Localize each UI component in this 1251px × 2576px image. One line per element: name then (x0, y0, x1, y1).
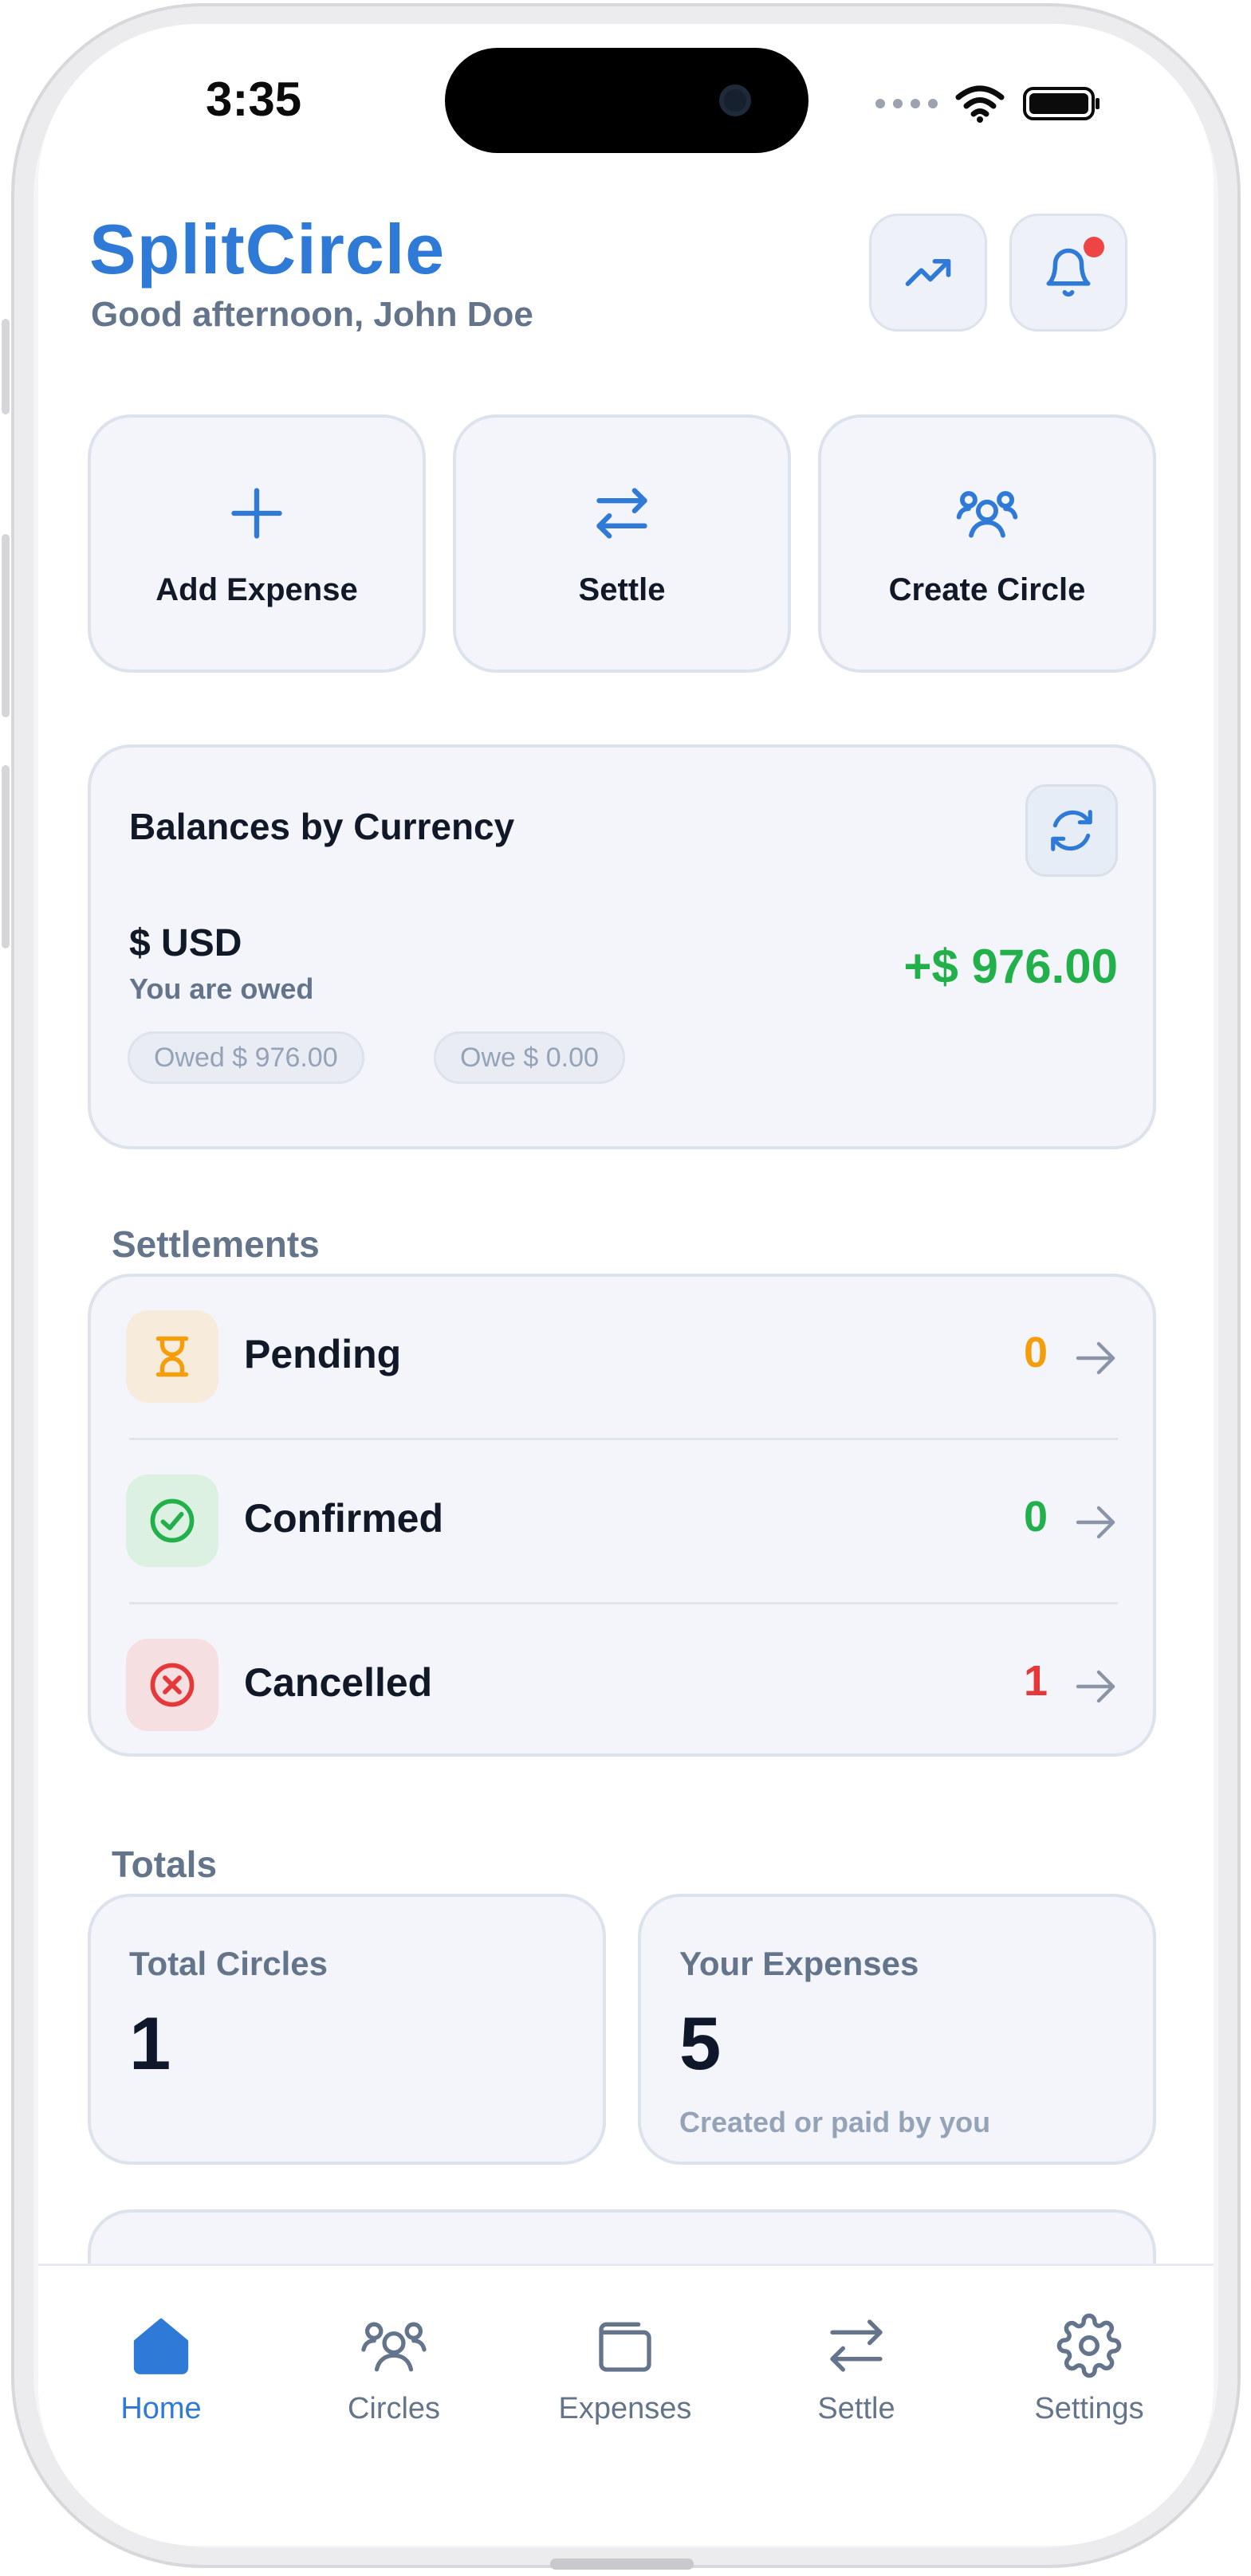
greeting-text: Good afternoon, John Doe (91, 295, 533, 334)
wallet-icon (599, 2322, 651, 2372)
home-indicator (550, 2558, 694, 2570)
settle-label: Settle (578, 572, 666, 607)
plus-icon (231, 488, 282, 539)
arrow-right-icon (1076, 1506, 1115, 1539)
row-divider (129, 1438, 1118, 1440)
cancelled-label: Cancelled (244, 1660, 433, 1705)
confirmed-count: 0 (1023, 1493, 1048, 1541)
balances-card: Balances by Currency $ USD You are owed … (88, 744, 1156, 1149)
settlement-row-cancelled[interactable]: Cancelled 1 (91, 1605, 1153, 1765)
your-expenses-subtext: Created or paid by you (679, 2106, 991, 2138)
arrow-right-icon (1076, 1341, 1115, 1375)
battery-icon (1023, 87, 1100, 120)
total-circles-label: Total Circles (129, 1945, 328, 1982)
tab-settle-label: Settle (817, 2392, 895, 2425)
hourglass-icon (155, 1336, 189, 1377)
owed-pill: Owed $ 976.00 (128, 1031, 364, 1084)
pending-label: Pending (244, 1332, 402, 1376)
owe-pill: Owe $ 0.00 (434, 1031, 625, 1084)
dynamic-island (445, 48, 808, 153)
confirmed-label: Confirmed (244, 1496, 443, 1541)
settle-button[interactable]: Settle (453, 414, 791, 673)
totals-heading: Totals (112, 1844, 218, 1885)
tab-circles[interactable]: Circles (306, 2306, 482, 2426)
settlements-heading: Settlements (112, 1223, 320, 1265)
settlement-row-confirmed[interactable]: Confirmed 0 (91, 1441, 1153, 1600)
tab-home[interactable]: Home (73, 2306, 249, 2426)
bottom-tab-bar: Home Circles Expenses Settle Settings (38, 2264, 1214, 2546)
settlements-card: Pending 0 Confirmed 0 Cancelled 1 (88, 1274, 1156, 1757)
total-circles-value: 1 (129, 2001, 171, 2085)
your-expenses-label: Your Expenses (679, 1945, 919, 1982)
device-volume-down (2, 765, 10, 948)
app-screen: 3:35 SplitCircle Good afternoon, John Do… (38, 24, 1214, 2546)
gear-icon (1056, 2313, 1122, 2378)
confirmed-icon-box (126, 1475, 218, 1567)
analytics-button[interactable] (869, 214, 987, 332)
cancelled-count: 1 (1023, 1657, 1048, 1705)
group-icon (956, 491, 1018, 538)
app-title: SplitCircle (89, 210, 446, 289)
row-divider (129, 1602, 1118, 1604)
your-expenses-value: 5 (679, 2001, 722, 2085)
total-circles-card: Total Circles 1 (88, 1894, 606, 2165)
swap-arrows-icon (596, 488, 647, 539)
tab-circles-label: Circles (347, 2392, 441, 2425)
create-circle-button[interactable]: Create Circle (818, 414, 1156, 673)
create-circle-label: Create Circle (888, 572, 1086, 607)
tab-settle[interactable]: Settle (769, 2306, 944, 2426)
pending-count: 0 (1023, 1329, 1048, 1376)
signal-icon (875, 99, 938, 108)
arrow-right-icon (1076, 1670, 1115, 1703)
cancelled-icon-box (126, 1639, 218, 1731)
device-volume-up (2, 534, 10, 717)
group-icon (361, 2322, 427, 2372)
pending-icon-box (126, 1310, 218, 1403)
net-balance: +$ 976.00 (903, 940, 1118, 993)
swap-arrows-icon (830, 2319, 883, 2372)
check-circle-icon (150, 1498, 195, 1543)
notifications-button[interactable] (1009, 214, 1127, 332)
add-expense-button[interactable]: Add Expense (88, 414, 426, 673)
refresh-icon (1051, 810, 1092, 851)
x-circle-icon (150, 1663, 195, 1707)
device-action-button (2, 319, 10, 414)
tab-settings-label: Settings (1034, 2392, 1144, 2425)
status-indicators (875, 80, 1102, 128)
tab-settings[interactable]: Settings (1001, 2306, 1177, 2426)
wifi-icon (955, 85, 1005, 123)
balance-status: You are owed (129, 972, 314, 1005)
balances-title: Balances by Currency (129, 806, 515, 847)
status-time: 3:35 (206, 73, 302, 126)
trending-up-icon (905, 259, 951, 286)
notification-badge (1084, 237, 1104, 257)
tab-expenses[interactable]: Expenses (537, 2306, 713, 2426)
refresh-balances-button[interactable] (1025, 784, 1118, 877)
home-icon (133, 2318, 189, 2374)
settlement-row-pending[interactable]: Pending 0 (91, 1277, 1153, 1436)
currency-name: $ USD (129, 922, 242, 964)
your-expenses-card: Your Expenses 5 Created or paid by you (638, 1894, 1156, 2165)
tab-home-label: Home (120, 2392, 202, 2425)
add-expense-label: Add Expense (155, 572, 358, 607)
tab-expenses-label: Expenses (558, 2392, 692, 2425)
camera-icon (719, 84, 751, 116)
